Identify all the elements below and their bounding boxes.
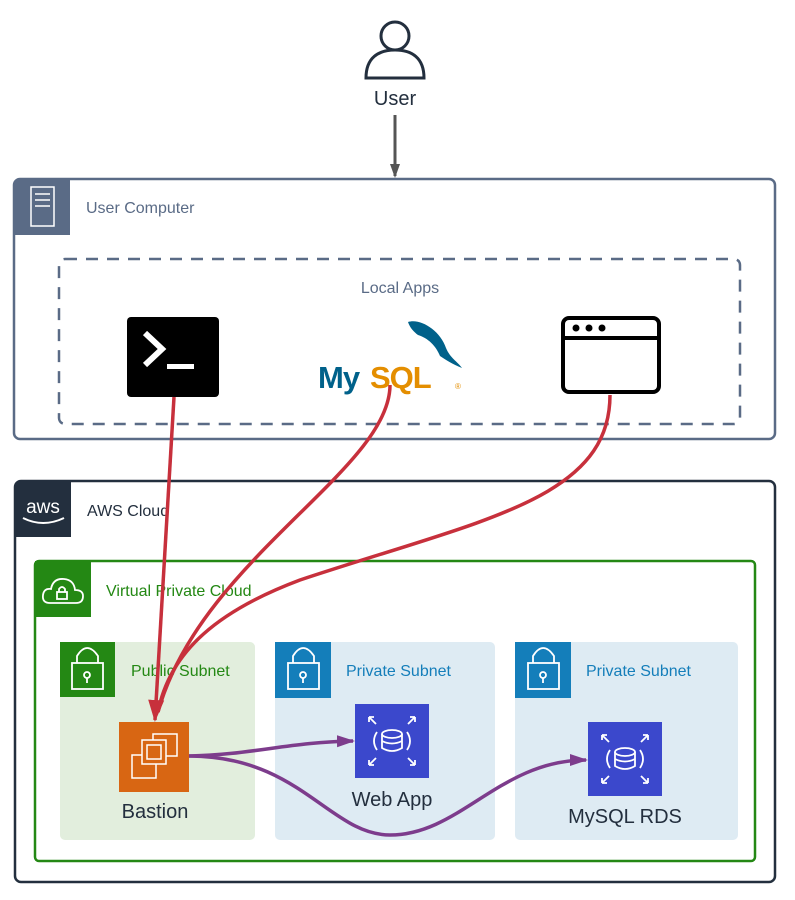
svg-text:My: My [318, 360, 361, 395]
svg-text:SQL: SQL [370, 360, 431, 395]
user-label: User [374, 88, 417, 110]
architecture-diagram: User User Computer Local Apps My SQL ® a… [12, 20, 777, 884]
bastion-node[interactable]: Bastion [119, 722, 189, 823]
private-subnet-label: Private Subnet [346, 663, 452, 680]
web-app-node[interactable]: Web App [352, 704, 433, 811]
browser-window-icon[interactable] [561, 316, 661, 394]
svg-text:aws: aws [26, 497, 60, 518]
web-app-label: Web App [352, 789, 433, 811]
local-apps-label: Local Apps [361, 280, 439, 297]
aws-cloud-label: AWS Cloud [87, 503, 169, 520]
private-subnet-label: Private Subnet [586, 663, 692, 680]
terminal-icon[interactable] [127, 317, 219, 397]
mysql-rds-label: MySQL RDS [568, 806, 682, 828]
user-computer-label: User Computer [86, 200, 195, 217]
svg-text:®: ® [455, 382, 461, 391]
user-computer-group: User Computer [12, 177, 777, 441]
user-actor: User [364, 20, 426, 110]
bastion-label: Bastion [122, 801, 189, 823]
user-icon [364, 20, 426, 80]
public-subnet-label: Public Subnet [131, 663, 230, 680]
